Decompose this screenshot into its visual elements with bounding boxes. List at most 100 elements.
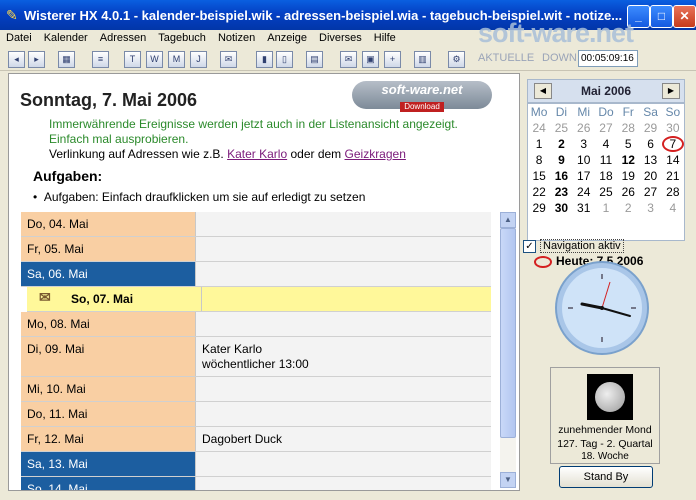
calendar-day[interactable]: 17 bbox=[573, 168, 595, 184]
day-entry[interactable]: Dagobert Duck bbox=[202, 432, 282, 447]
day-entry[interactable]: Kater Karlo wöchentlicher 13:00 bbox=[202, 342, 309, 372]
month-icon[interactable]: M bbox=[168, 51, 185, 68]
book-icon[interactable]: ▮ bbox=[256, 51, 273, 68]
entry-line: Kater Karlo bbox=[202, 342, 263, 356]
link-geizkragen[interactable]: Geizkragen bbox=[345, 147, 406, 161]
calendar-day[interactable]: 2 bbox=[617, 200, 639, 216]
week-icon[interactable]: W bbox=[146, 51, 163, 68]
calendar-day[interactable]: 30 bbox=[550, 200, 572, 216]
calendar-day[interactable]: 30 bbox=[662, 120, 684, 136]
calendar-day[interactable]: 3 bbox=[639, 200, 661, 216]
day-date: Do, 04. Mai bbox=[27, 217, 89, 231]
calendar-day[interactable]: 10 bbox=[573, 152, 595, 168]
calendar-day[interactable]: 25 bbox=[550, 120, 572, 136]
addressbook-icon[interactable]: ▤ bbox=[306, 51, 323, 68]
calendar-day[interactable]: 22 bbox=[528, 184, 550, 200]
maximize-button[interactable]: □ bbox=[650, 5, 673, 28]
menu-datei[interactable]: Datei bbox=[0, 30, 38, 47]
calendar-day[interactable]: 29 bbox=[528, 200, 550, 216]
vertical-scrollbar[interactable]: ▲ ▼ bbox=[500, 212, 516, 488]
scroll-thumb[interactable] bbox=[500, 228, 516, 438]
calendar-day[interactable]: 4 bbox=[662, 200, 684, 216]
calendar-day[interactable]: 26 bbox=[617, 184, 639, 200]
today-icon[interactable]: T bbox=[124, 51, 141, 68]
menu-hilfe[interactable]: Hilfe bbox=[368, 30, 402, 47]
calendar-day-selected[interactable]: 7 bbox=[661, 136, 684, 152]
calendar-day[interactable]: 6 bbox=[639, 136, 661, 152]
calendar-day[interactable]: 12 bbox=[617, 152, 639, 168]
day-row[interactable]: Mo, 08. Mai bbox=[21, 312, 491, 337]
next-month-icon[interactable]: ▶ bbox=[662, 83, 680, 99]
new-note-icon[interactable]: + bbox=[384, 51, 401, 68]
calendar-day[interactable]: 23 bbox=[550, 184, 572, 200]
day-row[interactable]: Di, 09. Mai Kater Karlo wöchentlicher 13:… bbox=[21, 337, 491, 377]
prev-month-icon[interactable]: ◀ bbox=[534, 83, 552, 99]
calendar-day[interactable]: 14 bbox=[662, 152, 684, 168]
menu-tagebuch[interactable]: Tagebuch bbox=[152, 30, 212, 47]
calendar-day[interactable]: 27 bbox=[595, 120, 617, 136]
moon-panel: zunehmender Mond 127. Tag - 2. Quartal 1… bbox=[550, 367, 660, 464]
link-kater-karlo[interactable]: Kater Karlo bbox=[227, 147, 287, 161]
menu-diverses[interactable]: Diverses bbox=[313, 30, 368, 47]
countdown-field[interactable]: 00:05:09:16 bbox=[578, 50, 638, 67]
calendar-day[interactable]: 24 bbox=[528, 120, 550, 136]
mail-icon[interactable]: ✉ bbox=[220, 51, 237, 68]
day-row[interactable]: Sa, 06. Mai bbox=[21, 262, 491, 287]
day-row[interactable]: Mi, 10. Mai bbox=[21, 377, 491, 402]
calendar-day[interactable]: 28 bbox=[662, 184, 684, 200]
tools-icon[interactable]: ⚙ bbox=[448, 51, 465, 68]
calendar-day[interactable]: 9 bbox=[550, 152, 572, 168]
scroll-up-icon[interactable]: ▲ bbox=[500, 212, 516, 228]
calendar-day[interactable]: 18 bbox=[595, 168, 617, 184]
checkmark-icon[interactable]: ✓ bbox=[523, 240, 536, 253]
close-button[interactable]: ✕ bbox=[673, 5, 696, 28]
calendar-day[interactable]: 28 bbox=[617, 120, 639, 136]
day-row[interactable]: Fr, 05. Mai bbox=[21, 237, 491, 262]
calendar-icon[interactable]: ▦ bbox=[58, 51, 75, 68]
year-icon[interactable]: J bbox=[190, 51, 207, 68]
send-mail-icon[interactable]: ✉ bbox=[340, 51, 357, 68]
save-icon[interactable]: ▣ bbox=[362, 51, 379, 68]
day-row[interactable]: Do, 04. Mai bbox=[21, 212, 491, 237]
menu-adressen[interactable]: Adressen bbox=[94, 30, 152, 47]
calendar-day[interactable]: 25 bbox=[595, 184, 617, 200]
list-icon[interactable]: ≡ bbox=[92, 51, 109, 68]
calendar-day[interactable]: 13 bbox=[639, 152, 661, 168]
calendar-day[interactable]: 24 bbox=[573, 184, 595, 200]
menu-kalender[interactable]: Kalender bbox=[38, 30, 94, 47]
back-icon[interactable]: ◂ bbox=[8, 51, 25, 68]
calendar-day[interactable]: 21 bbox=[662, 168, 684, 184]
calendar-day[interactable]: 16 bbox=[550, 168, 572, 184]
calendar-day[interactable]: 11 bbox=[595, 152, 617, 168]
day-row[interactable]: Do, 11. Mai bbox=[21, 402, 491, 427]
calendar-day[interactable]: 26 bbox=[573, 120, 595, 136]
day-row[interactable]: Fr, 12. Mai Dagobert Duck bbox=[21, 427, 491, 452]
calendar-day[interactable]: 31 bbox=[573, 200, 595, 216]
calendar-day[interactable]: 27 bbox=[639, 184, 661, 200]
calendar-day[interactable]: 1 bbox=[528, 136, 550, 152]
calendar-day[interactable]: 8 bbox=[528, 152, 550, 168]
page-icon[interactable]: ▯ bbox=[276, 51, 293, 68]
day-row[interactable]: So, 14. Mai bbox=[21, 477, 491, 490]
standby-button[interactable]: Stand By bbox=[559, 466, 653, 488]
calendar-day[interactable]: 3 bbox=[573, 136, 595, 152]
menu-notizen[interactable]: Notizen bbox=[212, 30, 261, 47]
download-logo[interactable]: soft-ware.net Download bbox=[352, 81, 492, 112]
calendar-day[interactable]: 2 bbox=[550, 136, 572, 152]
forward-icon[interactable]: ▸ bbox=[28, 51, 45, 68]
task-item[interactable]: • Aufgaben: Einfach draufklicken um sie … bbox=[33, 190, 365, 204]
view-icon[interactable]: ▥ bbox=[414, 51, 431, 68]
calendar-day[interactable]: 20 bbox=[639, 168, 661, 184]
weekday-label: Mo bbox=[530, 105, 548, 119]
navigation-checkbox[interactable]: ✓ Navigation aktiv bbox=[523, 239, 624, 254]
calendar-day[interactable]: 19 bbox=[617, 168, 639, 184]
calendar-day[interactable]: 29 bbox=[639, 120, 661, 136]
day-row[interactable]: Sa, 13. Mai bbox=[21, 452, 491, 477]
calendar-day[interactable]: 4 bbox=[595, 136, 617, 152]
scroll-down-icon[interactable]: ▼ bbox=[500, 472, 516, 488]
menu-anzeige[interactable]: Anzeige bbox=[261, 30, 313, 47]
day-row-today[interactable]: ✉ So, 07. Mai bbox=[27, 287, 491, 312]
calendar-day[interactable]: 5 bbox=[617, 136, 639, 152]
calendar-day[interactable]: 1 bbox=[595, 200, 617, 216]
calendar-day[interactable]: 15 bbox=[528, 168, 550, 184]
